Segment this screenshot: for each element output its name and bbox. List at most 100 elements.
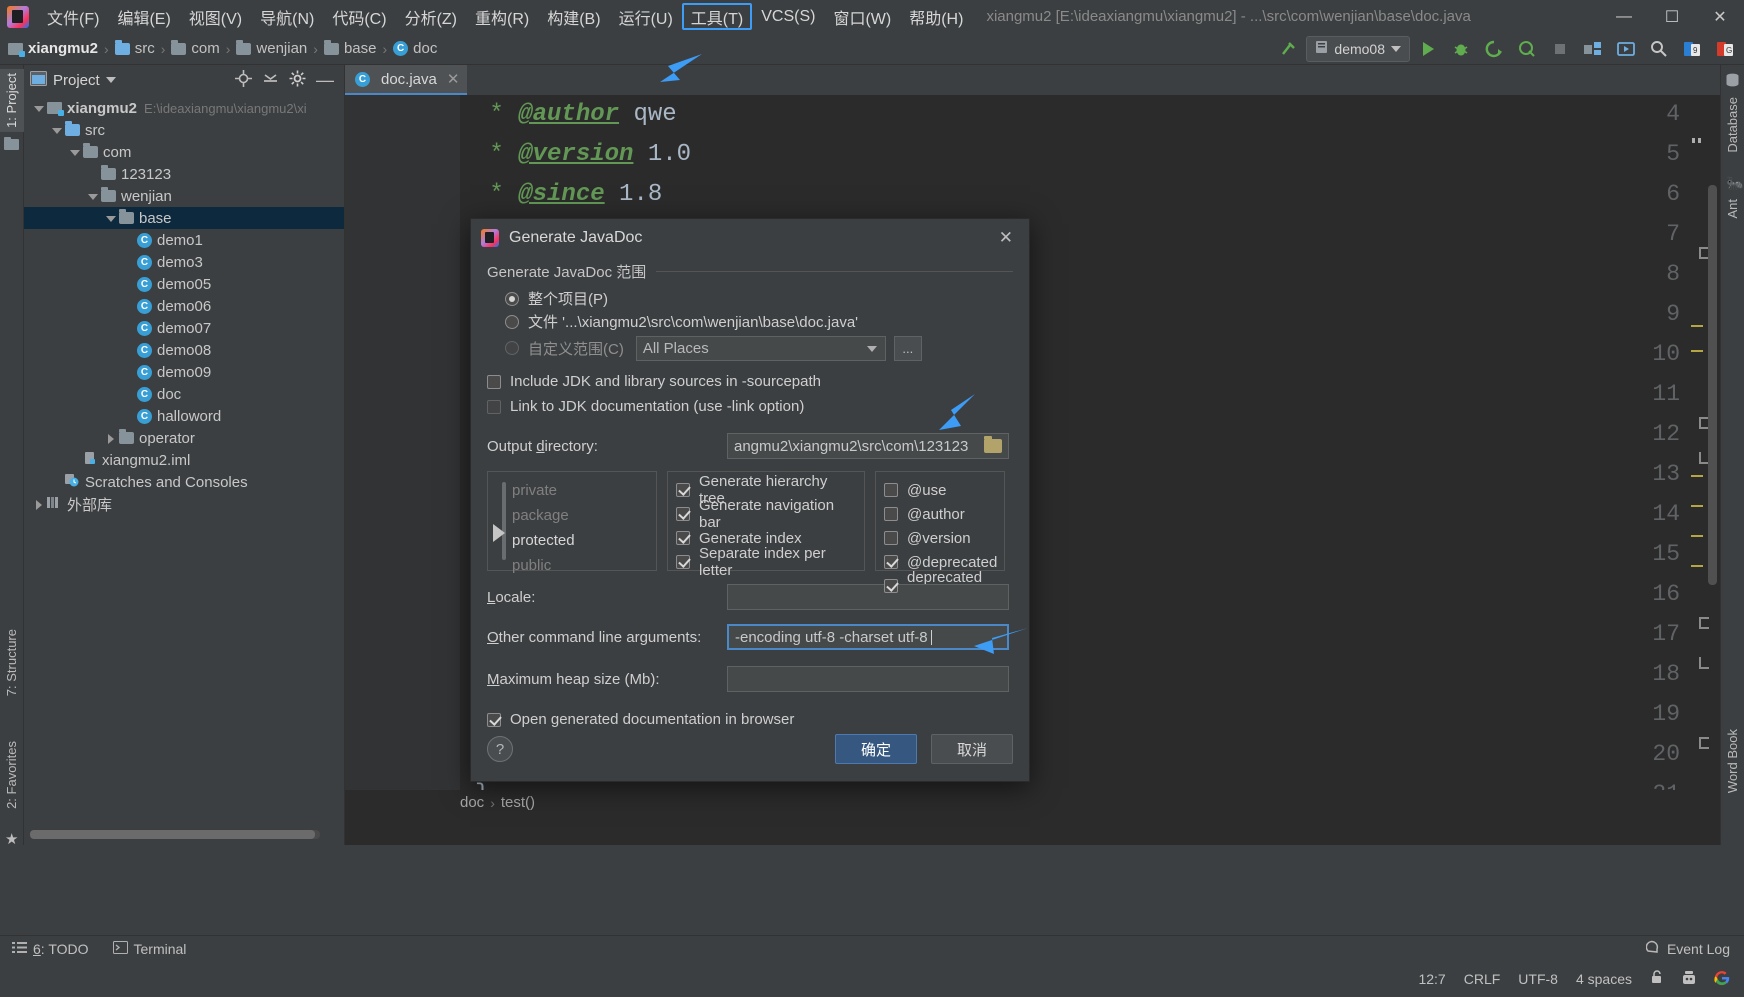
hammer-icon[interactable] bbox=[1273, 36, 1303, 62]
chevron-down-icon[interactable] bbox=[68, 146, 81, 159]
tree-node-demo08[interactable]: Cdemo08 bbox=[24, 339, 344, 361]
checkbox-generate-3[interactable]: Separate index per letter bbox=[676, 545, 856, 579]
radio-file[interactable]: 文件 '...\xiangmu2\src\com\wenjian\base\do… bbox=[487, 310, 1013, 333]
project-tree[interactable]: xiangmu2 E:\ideaxiangmu\xiangmu2\xi src com… bbox=[24, 95, 344, 817]
menu-item-10[interactable]: VCS(S) bbox=[752, 3, 824, 30]
menu-item-4[interactable]: 代码(C) bbox=[323, 3, 395, 30]
checkbox-tag-1[interactable]: @author bbox=[884, 502, 996, 526]
tree-node-halloword[interactable]: Challoword bbox=[24, 405, 344, 427]
checkbox-link-jdk[interactable]: Link to JDK documentation (use -link opt… bbox=[487, 394, 1013, 419]
tree-node-src[interactable]: src bbox=[24, 119, 344, 141]
tree-node-demo07[interactable]: Cdemo07 bbox=[24, 317, 344, 339]
run-configuration-selector[interactable]: demo08 bbox=[1306, 35, 1410, 62]
minimize-button[interactable]: — bbox=[1600, 0, 1648, 33]
editor-breadcrumb-test()[interactable]: test() bbox=[501, 794, 535, 811]
chevron-down-icon[interactable] bbox=[104, 212, 117, 225]
run-icon[interactable] bbox=[1413, 36, 1443, 62]
project-structure-icon[interactable] bbox=[1578, 36, 1608, 62]
other-args-input[interactable]: -encoding utf-8 -charset utf-8 bbox=[727, 624, 1009, 650]
editor-breadcrumb-doc[interactable]: doc bbox=[460, 794, 484, 811]
checkbox-include-jdk[interactable]: Include JDK and library sources in -sour… bbox=[487, 369, 1013, 394]
file-encoding[interactable]: UTF-8 bbox=[1518, 971, 1558, 987]
breadcrumb-item-doc[interactable]: Cdoc bbox=[393, 40, 437, 57]
maximize-button[interactable]: ☐ bbox=[1648, 0, 1696, 33]
dialog-close-icon[interactable]: ✕ bbox=[993, 226, 1019, 250]
fold-marker[interactable] bbox=[1696, 615, 1712, 631]
code-line[interactable]: * @version 1.0 bbox=[475, 141, 691, 168]
google-icon[interactable] bbox=[1714, 970, 1730, 989]
cancel-button[interactable]: 取消 bbox=[931, 734, 1013, 764]
visibility-level-box[interactable]: private package protected public bbox=[487, 471, 657, 574]
code-line[interactable]: * @since 1.8 bbox=[475, 181, 662, 208]
tree-node-外部库[interactable]: 外部库 bbox=[24, 493, 344, 515]
chevron-down-icon[interactable] bbox=[50, 124, 63, 137]
tree-node-wenjian[interactable]: wenjian bbox=[24, 185, 344, 207]
unlocked-icon[interactable] bbox=[1650, 970, 1664, 988]
inspection-widget-icon[interactable] bbox=[1689, 130, 1707, 143]
plugin-blue-icon[interactable]: 9 bbox=[1677, 36, 1707, 62]
menu-item-8[interactable]: 运行(U) bbox=[610, 3, 682, 30]
chevron-right-icon[interactable] bbox=[32, 498, 45, 511]
menu-item-0[interactable]: 文件(F) bbox=[38, 3, 108, 30]
fold-marker[interactable] bbox=[1696, 735, 1712, 751]
close-icon[interactable]: ✕ bbox=[447, 70, 460, 88]
locate-icon[interactable] bbox=[235, 69, 252, 91]
custom-scope-browse-button[interactable]: ... bbox=[893, 335, 922, 361]
help-button[interactable]: ? bbox=[487, 736, 513, 762]
breadcrumb-item-base[interactable]: base bbox=[323, 39, 376, 57]
locale-field[interactable] bbox=[727, 584, 1009, 610]
breadcrumb-item-com[interactable]: com bbox=[171, 39, 220, 57]
plugin-red-icon[interactable]: G bbox=[1710, 36, 1740, 62]
breadcrumb-item-wenjian[interactable]: wenjian bbox=[236, 39, 307, 57]
sidebar-item-word-book[interactable]: Word Book bbox=[1720, 725, 1744, 797]
chevron-down-icon[interactable] bbox=[86, 190, 99, 203]
tree-node-com[interactable]: com bbox=[24, 141, 344, 163]
chevron-right-icon[interactable] bbox=[104, 432, 117, 445]
tree-node-xiangmu2.iml[interactable]: xiangmu2.iml bbox=[24, 449, 344, 471]
project-horizontal-scrollbar[interactable] bbox=[30, 830, 320, 839]
sidebar-item-project[interactable]: 1: Project bbox=[0, 69, 24, 132]
terminal-button[interactable]: Terminal bbox=[101, 940, 199, 957]
breadcrumb-item-xiangmu2[interactable]: xiangmu2 bbox=[8, 40, 98, 57]
menu-item-1[interactable]: 编辑(E) bbox=[108, 3, 179, 30]
fold-marker[interactable] bbox=[1696, 655, 1712, 671]
close-button[interactable]: ✕ bbox=[1696, 0, 1744, 33]
code-line[interactable]: * @author qwe bbox=[475, 101, 676, 128]
ok-button[interactable]: 确定 bbox=[835, 734, 917, 764]
tree-node-123123[interactable]: 123123 bbox=[24, 163, 344, 185]
gear-icon[interactable] bbox=[289, 70, 306, 91]
update-project-icon[interactable] bbox=[1611, 36, 1641, 62]
collapse-all-icon[interactable] bbox=[262, 70, 279, 91]
sidebar-item-structure[interactable]: 7: Structure bbox=[0, 625, 24, 700]
profile-icon[interactable] bbox=[1512, 36, 1542, 62]
checkbox-tag-2[interactable]: @version bbox=[884, 526, 996, 550]
chevron-down-icon[interactable] bbox=[32, 102, 45, 115]
stop-icon[interactable] bbox=[1545, 36, 1575, 62]
event-log-button[interactable]: Event Log bbox=[1645, 940, 1744, 957]
code-line[interactable]: } bbox=[475, 781, 489, 790]
menu-item-2[interactable]: 视图(V) bbox=[180, 3, 251, 30]
tree-node-Scratches and Consoles[interactable]: Scratches and Consoles bbox=[24, 471, 344, 493]
tab-doc-java[interactable]: C doc.java ✕ bbox=[345, 65, 468, 95]
visibility-slider[interactable] bbox=[493, 480, 508, 564]
menu-item-5[interactable]: 分析(Z) bbox=[396, 3, 466, 30]
menu-item-9[interactable]: 工具(T) bbox=[681, 3, 753, 30]
sidebar-item-ant[interactable]: Ant bbox=[1720, 195, 1744, 223]
visibility-level-protected[interactable]: protected bbox=[496, 528, 648, 553]
checkbox-tag-0[interactable]: @use bbox=[884, 478, 996, 502]
project-panel-title-group[interactable]: Project bbox=[30, 70, 116, 90]
tree-node-demo09[interactable]: Cdemo09 bbox=[24, 361, 344, 383]
search-everywhere-icon[interactable] bbox=[1644, 36, 1674, 62]
heap-field[interactable] bbox=[727, 666, 1009, 692]
tree-node-doc[interactable]: Cdoc bbox=[24, 383, 344, 405]
sidebar-item-database[interactable]: Database bbox=[1720, 93, 1744, 157]
visibility-level-public[interactable]: public bbox=[496, 553, 648, 578]
todo-button[interactable]: 6: TODO bbox=[0, 941, 101, 957]
radio-whole-project[interactable]: 整个项目(P) bbox=[487, 287, 1013, 310]
visibility-level-private[interactable]: private bbox=[496, 478, 648, 503]
output-directory-field[interactable]: angmu2\xiangmu2\src\com\123123 bbox=[727, 433, 1009, 459]
sidebar-item-favorites[interactable]: 2: Favorites bbox=[0, 737, 24, 813]
breadcrumb-item-src[interactable]: src bbox=[114, 39, 155, 57]
tree-node-demo1[interactable]: Cdemo1 bbox=[24, 229, 344, 251]
menu-item-3[interactable]: 导航(N) bbox=[251, 3, 323, 30]
